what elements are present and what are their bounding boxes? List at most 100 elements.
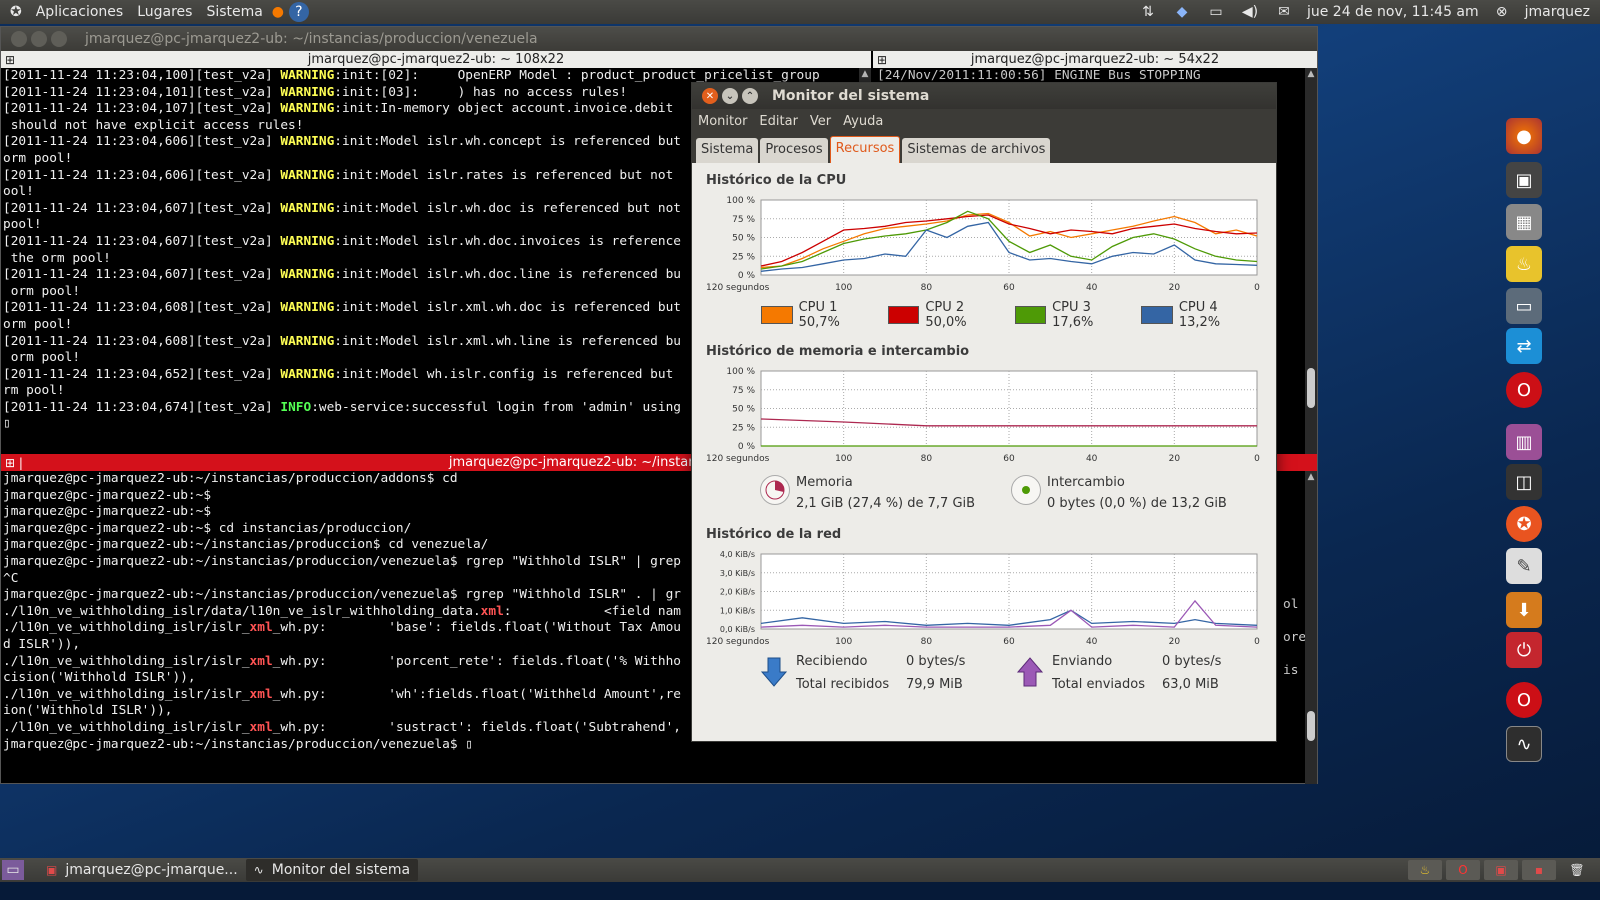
text-editor-icon[interactable]: ✎ — [1506, 548, 1542, 584]
resources-panel: Histórico de la CPU 100 % 75 % 50 % 25 % 0 %… — [692, 163, 1276, 692]
swap-pie-icon[interactable] — [1011, 475, 1041, 505]
teapot-icon[interactable]: ♨ — [1506, 246, 1542, 282]
pane-title: jmarquez@pc-jmarquez2-ub: ~ 108x22 — [307, 52, 565, 67]
tab-sistemas-de-archivos[interactable]: Sistemas de archivos — [902, 138, 1051, 163]
y-tick-label: 100 % — [726, 367, 755, 377]
window-group-icon[interactable]: ◫ — [1506, 464, 1542, 500]
fragment: is — [1283, 663, 1299, 678]
terminator-grid-icon[interactable]: ⊞ — [877, 53, 887, 67]
menu-aplicaciones[interactable]: Aplicaciones — [32, 4, 127, 20]
menu-monitor[interactable]: Monitor — [692, 114, 753, 129]
text-segment: [2011-11-24 11:23:04,608][test_v2a] — [3, 333, 281, 349]
close-icon[interactable] — [11, 31, 27, 47]
cpu-color-swatch[interactable] — [1014, 306, 1047, 324]
minimize-icon[interactable]: ⌄ — [722, 88, 738, 104]
scrollbar[interactable]: ▲ — [1305, 471, 1317, 784]
text-segment: jmarquez@pc-jmarquez2-ub:~/instancias/pr… — [3, 553, 681, 569]
y-tick-label: 75 % — [732, 215, 755, 225]
system-monitor-icon[interactable]: ∿ — [1506, 726, 1542, 762]
downloads-folder-icon[interactable]: ⬇ — [1506, 592, 1542, 628]
scrollbar[interactable]: ▲ — [1305, 68, 1317, 471]
teamviewer-icon[interactable]: ⇄ — [1506, 328, 1542, 364]
firefox-launcher-icon[interactable]: ● — [267, 2, 289, 22]
menu-ayuda[interactable]: Ayuda — [837, 114, 889, 129]
close-icon[interactable]: ✕ — [702, 88, 718, 104]
show-desktop-icon[interactable]: ▭ — [2, 860, 24, 880]
fragment: ol — [1283, 597, 1299, 612]
minimize-icon[interactable] — [31, 31, 47, 47]
text-segment: _wh.py: 'base': fields.float('Without Ta… — [272, 620, 682, 636]
y-tick-label: 50 % — [732, 234, 755, 244]
maximize-icon[interactable]: ⌃ — [742, 88, 758, 104]
trash-icon[interactable]: 🗑 — [1560, 860, 1594, 880]
media-player-icon[interactable]: ▣ — [1506, 162, 1542, 198]
total-sent-label: Total enviados — [1052, 677, 1145, 692]
terminator-grid-icon[interactable]: ⊞ — [5, 53, 15, 67]
sysmon-titlebar[interactable]: ✕ ⌄ ⌃ Monitor del sistema — [692, 83, 1276, 109]
text-segment: :init:[02]: OpenERP Model : product_prod… — [334, 68, 820, 83]
firefox-icon[interactable]: ● — [1506, 118, 1542, 154]
maximize-icon[interactable] — [51, 31, 67, 47]
workspace-1-icon[interactable]: ♨ — [1408, 860, 1442, 880]
user-name[interactable]: jmarquez — [1525, 4, 1590, 20]
taskbar-item-sysmon[interactable]: ∿ Monitor del sistema — [245, 859, 419, 881]
cpu-legend-item[interactable]: CPU 1 50,7% — [761, 300, 882, 330]
opera-icon[interactable]: O — [1506, 372, 1542, 408]
pane-header[interactable]: ⊞ jmarquez@pc-jmarquez2-ub: ~ 54x22 — [873, 51, 1317, 68]
network-history-graph: 4,0 KiB/s 3,0 KiB/s 2,0 KiB/s 1,0 KiB/s 0,0 … — [706, 546, 1266, 650]
x-tick-label: 80 — [921, 637, 933, 647]
x-tick-label: 80 — [921, 283, 933, 293]
x-tick-label: 100 — [835, 283, 852, 293]
x-tick-label: 100 — [835, 637, 852, 647]
network-icon[interactable]: ⇅ — [1137, 2, 1159, 22]
text-segment: _wh.py: 'wh':fields.float('Withheld Amou… — [272, 686, 682, 702]
menu-lugares[interactable]: Lugares — [133, 4, 196, 20]
calculator-icon[interactable]: ▦ — [1506, 204, 1542, 240]
menu-editar[interactable]: Editar — [753, 114, 804, 129]
opera-icon-2[interactable]: O — [1506, 682, 1542, 718]
menu-ver[interactable]: Ver — [804, 114, 837, 129]
tab-sistema[interactable]: Sistema — [696, 138, 759, 163]
tab-recursos[interactable]: Recursos — [829, 136, 901, 163]
workspace-3-icon[interactable]: ▣ — [1484, 860, 1518, 880]
battery-icon[interactable]: ▭ — [1205, 2, 1227, 22]
download-arrow-icon[interactable] — [760, 656, 790, 692]
cpu-legend-item[interactable]: CPU 4 13,2% — [1141, 300, 1262, 330]
volume-icon[interactable]: ◀) — [1239, 2, 1261, 22]
help-icon[interactable]: ? — [288, 2, 309, 22]
workspace-4-icon[interactable]: ▪ — [1522, 860, 1556, 880]
xmlr-token: xml — [249, 653, 273, 669]
dropbox-icon[interactable]: ◆ — [1171, 2, 1193, 22]
cpu-legend-label: CPU 1 50,7% — [798, 300, 840, 330]
tab-procesos[interactable]: Procesos — [760, 138, 828, 163]
upload-arrow-icon[interactable] — [1016, 656, 1046, 692]
shutdown-icon[interactable]: ⏻ — [1506, 632, 1542, 668]
ubuntu-logo-icon[interactable]: ✪ — [6, 4, 26, 20]
desktop-strip — [0, 882, 1600, 900]
workspace-switcher-icon[interactable]: ▥ — [1506, 424, 1542, 460]
x-axis-label: 120 segundos — [706, 454, 770, 464]
cpu-legend-item[interactable]: CPU 2 50,0% — [887, 300, 1009, 330]
clock[interactable]: jue 24 de nov, 11:45 am — [1307, 4, 1479, 20]
terminal-titlebar[interactable]: jmarquez@pc-jmarquez2-ub: ~/instancias/p… — [1, 27, 1317, 51]
text-segment: [2011-11-24 11:23:04,606][test_v2a] — [3, 134, 281, 150]
mail-icon[interactable]: ✉ — [1273, 2, 1295, 22]
memory-pie-icon[interactable] — [760, 475, 790, 505]
pane-header[interactable]: ⊞ jmarquez@pc-jmarquez2-ub: ~ 108x22 — [1, 51, 871, 68]
computer-icon[interactable]: ▭ — [1506, 288, 1542, 324]
workspace-2-icon[interactable]: O — [1446, 860, 1480, 880]
menu-sistema[interactable]: Sistema — [202, 4, 266, 20]
terminator-grid-icon[interactable]: ⊞ | — [5, 456, 23, 470]
swap-label: Intercambio — [1047, 475, 1125, 490]
cpu-legend-label: CPU 3 17,6% — [1052, 300, 1094, 330]
cpu-legend-item[interactable]: CPU 3 17,6% — [1014, 300, 1136, 330]
cpu-color-swatch[interactable] — [1141, 306, 1173, 324]
text-segment: [2011-11-24 11:23:04,652][test_v2a] — [3, 366, 281, 382]
ubuntu-one-icon[interactable]: ✪ — [1506, 506, 1542, 542]
cpu-color-swatch[interactable] — [887, 306, 920, 324]
x-tick-label: 20 — [1169, 637, 1181, 647]
session-icon[interactable]: ⊗ — [1491, 2, 1513, 22]
text-segment: ion('Withhold ISLR')), — [3, 703, 173, 719]
cpu-color-swatch[interactable] — [761, 306, 793, 324]
taskbar-item-terminal[interactable]: ▣ jmarquez@pc-jmarque... — [38, 859, 246, 881]
